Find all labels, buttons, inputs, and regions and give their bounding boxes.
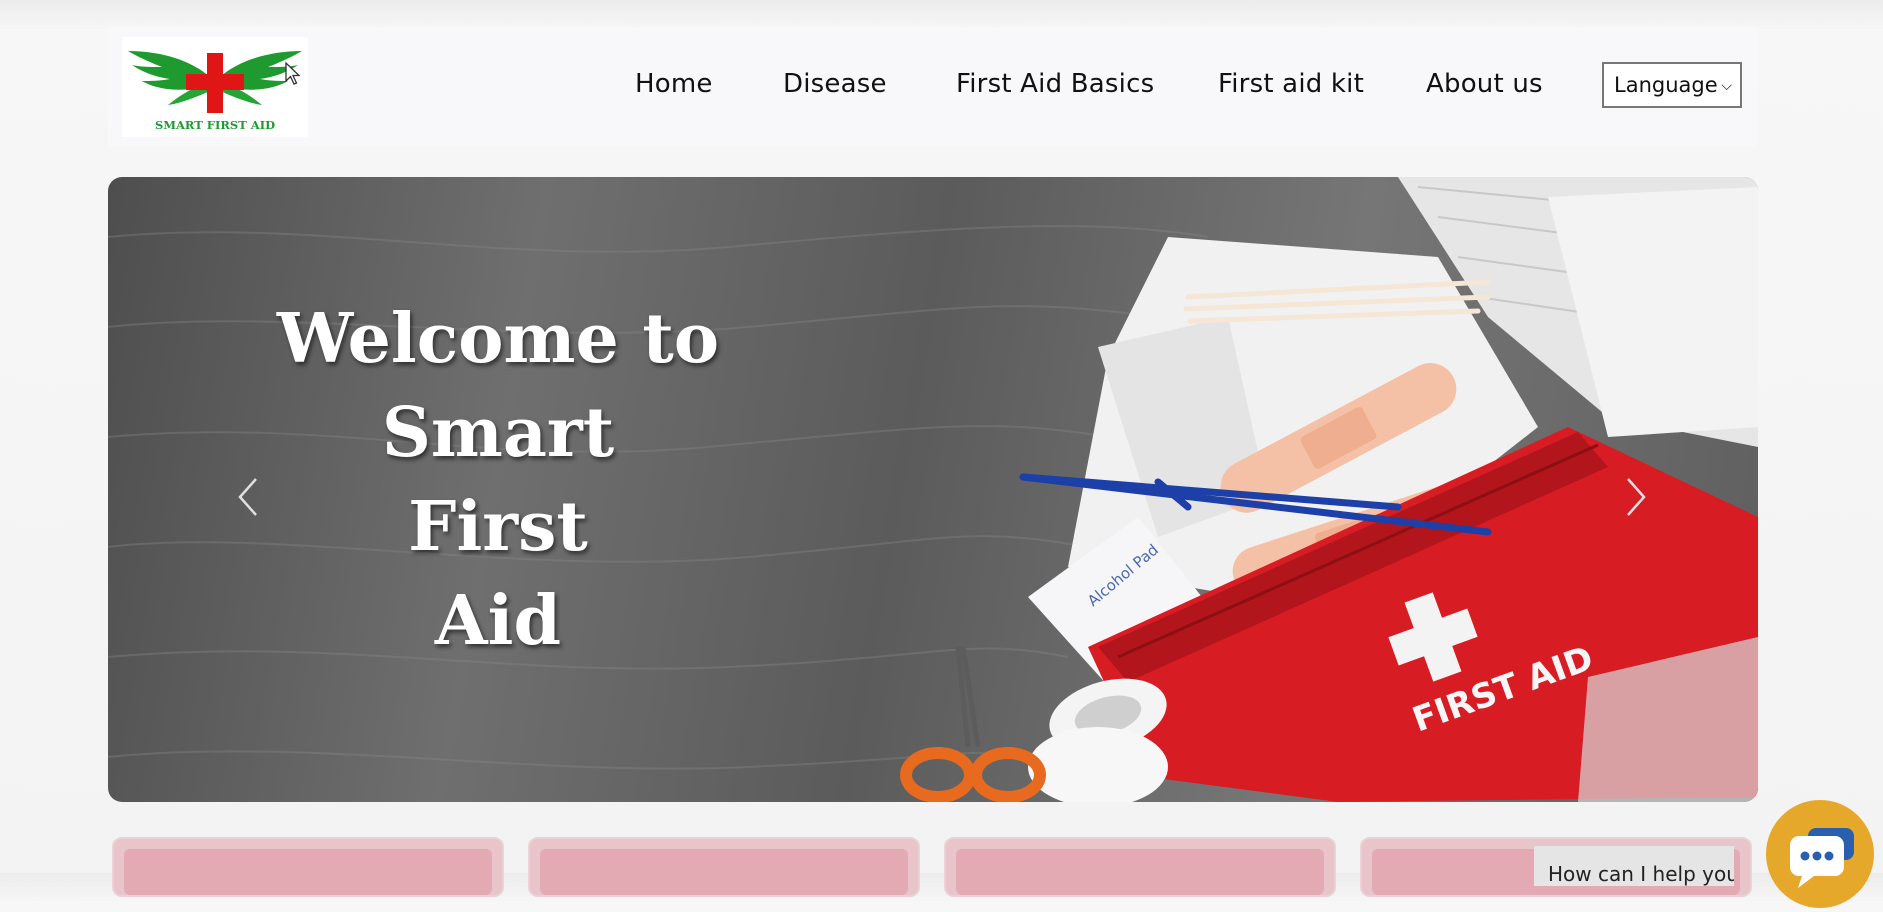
language-select-value: Language [1614,73,1718,97]
category-card[interactable] [944,837,1336,897]
chevron-down-icon: ⌵ [1721,78,1732,94]
category-card[interactable] [112,837,504,897]
site-logo[interactable]: SMART FIRST AID [122,37,308,137]
hero-title-line: First [408,487,588,567]
winged-cross-logo-icon: SMART FIRST AID [128,51,302,132]
hero-title-line: Aid [434,581,562,661]
mouse-cursor-icon [285,61,301,85]
hero-title-line: Smart [381,393,615,473]
nav-home[interactable]: Home [635,69,713,99]
language-select[interactable]: Language ⌵ [1602,62,1742,108]
chat-button[interactable] [1766,800,1874,908]
hero-title: Welcome to Smart First Aid [218,292,778,668]
logo-text: SMART FIRST AID [155,118,275,132]
card-image [124,849,492,895]
hero-carousel: Alcohol Pad FIRST AID Welcome to Smart F… [108,177,1758,802]
nav-disease[interactable]: Disease [783,69,887,99]
chevron-left-icon [238,478,257,516]
card-image [956,849,1324,895]
nav-first-aid-kit[interactable]: First aid kit [1218,69,1364,99]
chat-prompt[interactable]: How can I help you? [1534,846,1734,886]
nav-first-aid-basics[interactable]: First Aid Basics [956,69,1154,99]
chevron-right-icon [1627,478,1646,516]
carousel-prev-button[interactable] [228,467,268,527]
chat-icon [1790,828,1854,888]
hero-title-line: Welcome to [276,299,720,379]
card-image [540,849,908,895]
carousel-next-button[interactable] [1616,467,1656,527]
nav-about-us[interactable]: About us [1426,69,1543,99]
navbar: SMART FIRST AID Home Disease First Aid B… [108,27,1758,147]
category-card[interactable] [528,837,920,897]
